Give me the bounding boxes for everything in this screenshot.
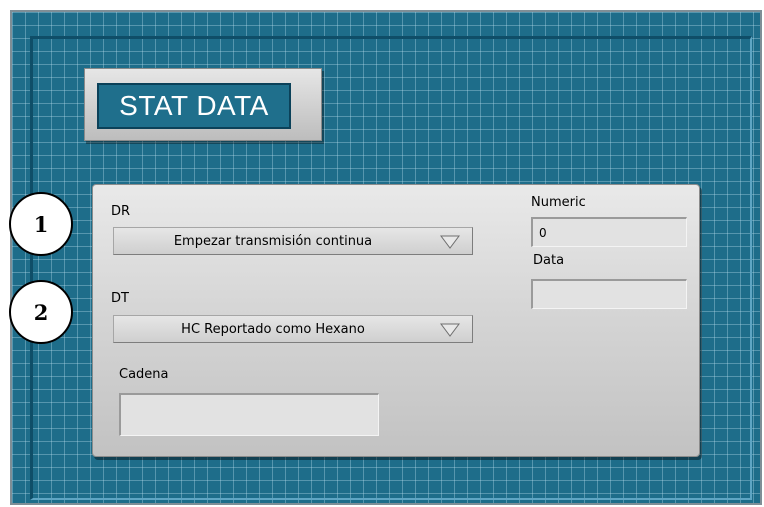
dr-ring-selector[interactable]: Empezar transmisión continua — [113, 227, 473, 255]
dr-label: DR — [111, 204, 131, 219]
page-title: STAT DATA — [119, 90, 269, 121]
data-label: Data — [533, 253, 565, 268]
controls-panel: DR Empezar transmisión continua DT HC Re… — [92, 184, 700, 457]
title-plate: STAT DATA — [84, 68, 322, 141]
title-label-box: STAT DATA — [97, 83, 291, 129]
cadena-label: Cadena — [119, 367, 169, 382]
numeric-label: Numeric — [531, 195, 586, 210]
cadena-string-field[interactable] — [119, 393, 379, 436]
numeric-indicator[interactable]: 0 — [531, 217, 687, 247]
callout-2: 2 — [9, 280, 73, 344]
dropdown-arrow-icon[interactable] — [440, 235, 460, 249]
callout-1: 1 — [9, 192, 73, 256]
dt-ring-selector[interactable]: HC Reportado como Hexano — [113, 315, 473, 343]
data-indicator[interactable] — [531, 279, 687, 309]
numeric-value: 0 — [539, 226, 547, 240]
dt-label: DT — [111, 291, 129, 306]
dropdown-arrow-icon[interactable] — [440, 323, 460, 337]
dr-ring-value: Empezar transmisión continua — [173, 233, 373, 249]
dt-ring-value: HC Reportado como Hexano — [181, 321, 365, 337]
